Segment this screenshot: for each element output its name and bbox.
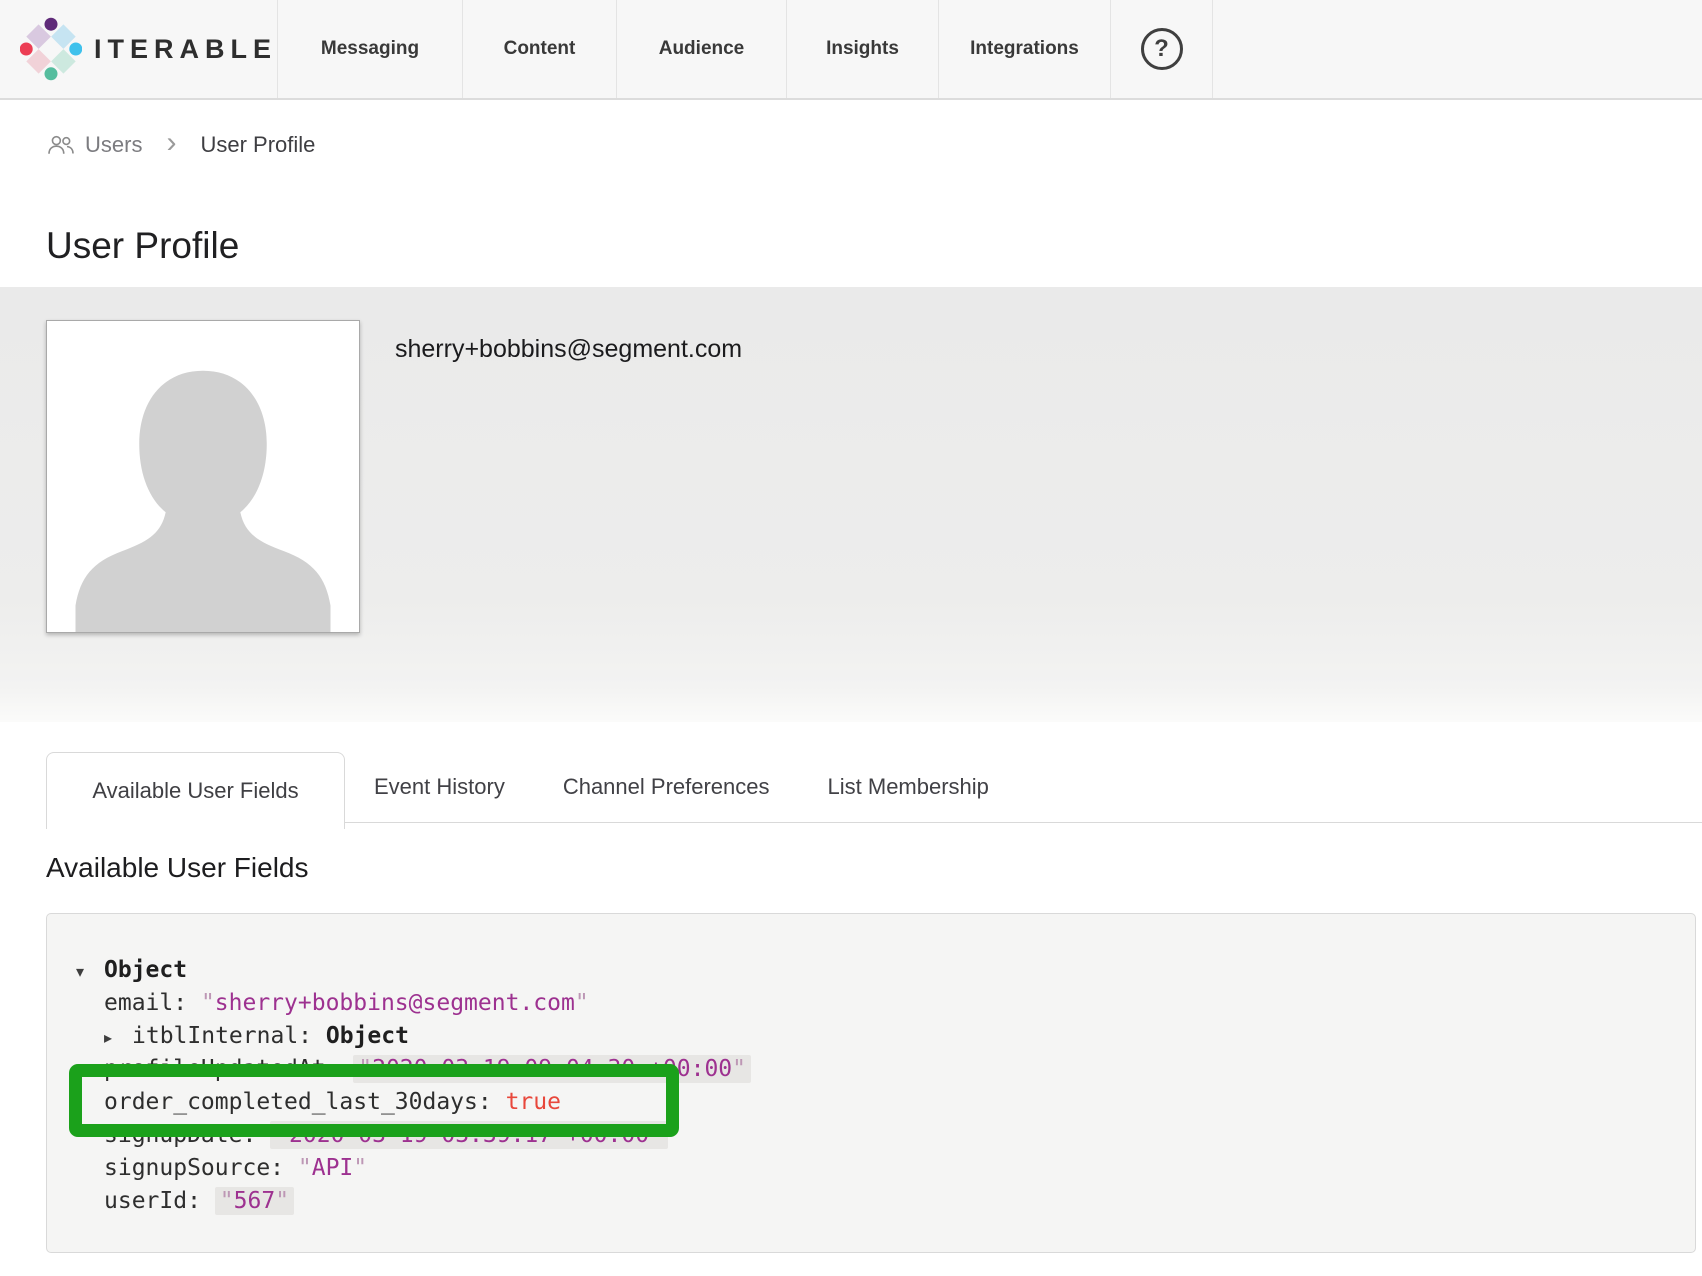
profile-hero: sherry+bobbins@segment.com [0, 287, 1702, 722]
field-row: signupDate: "2020-03-19 03:39:17 +00:00" [47, 1119, 1695, 1152]
iterable-logo-icon [20, 3, 82, 95]
page-title: User Profile [46, 224, 1702, 268]
field-row: email: "sherry+bobbins@segment.com" [47, 987, 1695, 1020]
json-tree: ▾Objectemail: "sherry+bobbins@segment.co… [47, 954, 1695, 1218]
field-row: signupSource: "API" [47, 1152, 1695, 1185]
tab-event-history[interactable]: Event History [345, 752, 534, 822]
field-value: "2020-03-19 09:04:30 +00:00" [353, 1055, 751, 1083]
top-nav: ITERABLE Messaging Content Audience Insi… [0, 0, 1702, 100]
nav-item-messaging[interactable]: Messaging [278, 0, 463, 98]
field-value: true [506, 1089, 561, 1115]
tab-list-membership[interactable]: List Membership [799, 752, 1018, 822]
help-icon[interactable]: ? [1141, 28, 1183, 70]
field-value: "567" [215, 1187, 294, 1215]
field-key: signupDate: [104, 1122, 270, 1148]
person-silhouette-icon [47, 321, 359, 632]
nav-item-audience[interactable]: Audience [617, 0, 787, 98]
field-row: order_completed_last_30days: true [47, 1086, 1695, 1119]
tab-channel-preferences[interactable]: Channel Preferences [534, 752, 799, 822]
tab-available-user-fields[interactable]: Available User Fields [46, 752, 345, 829]
avatar-placeholder [46, 320, 360, 633]
object-label: Object [104, 957, 187, 983]
field-key: itblInternal: [132, 1023, 326, 1049]
field-value: "2020-03-19 03:39:17 +00:00" [270, 1121, 668, 1149]
field-row: userId: "567" [47, 1185, 1695, 1218]
chevron-right-icon: › [166, 126, 176, 160]
field-row: ▸itblInternal: Object [47, 1020, 1695, 1053]
user-email: sherry+bobbins@segment.com [395, 335, 742, 364]
users-icon [46, 133, 76, 157]
field-row: ▾Object [47, 954, 1695, 987]
breadcrumb-users-label: Users [85, 132, 142, 158]
profile-tabs: Available User Fields Event History Chan… [46, 752, 1702, 823]
nav-item-insights[interactable]: Insights [787, 0, 939, 98]
breadcrumb-current: User Profile [200, 132, 315, 158]
field-key: profileUpdatedAt: [104, 1056, 353, 1082]
field-key: userId: [104, 1188, 215, 1214]
field-key: email: [104, 990, 201, 1016]
help-menu: ? [1111, 0, 1213, 98]
section-heading: Available User Fields [46, 851, 1702, 885]
nav-item-content[interactable]: Content [463, 0, 617, 98]
field-key: signupSource: [104, 1155, 298, 1181]
field-row: profileUpdatedAt: "2020-03-19 09:04:30 +… [47, 1053, 1695, 1086]
user-fields-json-viewer: ▾Objectemail: "sherry+bobbins@segment.co… [46, 913, 1696, 1253]
object-label: Object [326, 1023, 409, 1049]
brand-name: ITERABLE [94, 34, 277, 65]
field-key: order_completed_last_30days: [104, 1089, 506, 1115]
expand-arrow-icon[interactable]: ▸ [104, 1021, 132, 1054]
collapse-arrow-icon[interactable]: ▾ [76, 955, 104, 988]
nav-item-integrations[interactable]: Integrations [939, 0, 1111, 98]
field-value: "sherry+bobbins@segment.com" [201, 990, 589, 1016]
breadcrumb: Users › User Profile [46, 128, 1702, 162]
field-value: "API" [298, 1155, 367, 1181]
breadcrumb-users-link[interactable]: Users [46, 132, 142, 158]
iterable-logo[interactable]: ITERABLE [0, 0, 278, 98]
